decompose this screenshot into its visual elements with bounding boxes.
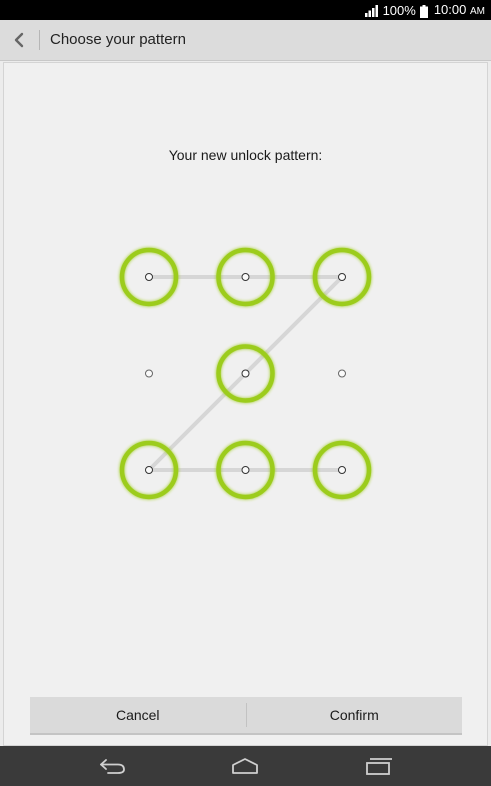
clock: 10:00 AM xyxy=(434,2,485,20)
pattern-node-5[interactable] xyxy=(216,344,275,403)
clock-time: 10:00 xyxy=(433,2,467,17)
battery-percent: 100% xyxy=(382,3,416,18)
status-bar: 100% 10:00 AM xyxy=(0,0,491,20)
nav-bar xyxy=(0,746,491,786)
pattern-dot xyxy=(241,466,250,474)
status-icons: 100% 10:00 AM xyxy=(364,2,485,20)
pattern-dot xyxy=(145,273,153,281)
pattern-dot xyxy=(338,466,346,474)
confirm-button[interactable]: Confirm xyxy=(247,697,463,733)
pattern-node-6[interactable] xyxy=(338,369,346,378)
pattern-dot xyxy=(145,369,153,378)
clock-ampm: AM xyxy=(470,6,485,17)
battery-icon xyxy=(419,4,428,18)
title-divider xyxy=(39,30,40,50)
pattern-grid[interactable] xyxy=(4,63,487,745)
content-card: Your new unlock pattern: Cancel Confirm xyxy=(3,62,488,746)
nav-back-icon[interactable] xyxy=(98,756,128,781)
cancel-button[interactable]: Cancel xyxy=(30,697,246,733)
back-arrow-icon[interactable] xyxy=(10,30,30,50)
pattern-dot xyxy=(338,369,346,378)
pattern-node-4[interactable] xyxy=(145,369,153,378)
page-title: Choose your pattern xyxy=(50,31,186,48)
pattern-line-segment xyxy=(147,371,248,472)
signal-icon xyxy=(364,5,379,17)
nav-home-icon[interactable] xyxy=(230,756,260,781)
action-bar: Choose your pattern xyxy=(0,20,491,61)
pattern-line-segment xyxy=(243,275,344,376)
button-row: Cancel Confirm xyxy=(30,697,462,735)
pattern-dot xyxy=(241,369,250,378)
pattern-dot xyxy=(145,466,153,474)
pattern-dot xyxy=(241,273,250,281)
nav-recent-apps-icon[interactable] xyxy=(364,756,394,781)
pattern-dot xyxy=(338,273,346,281)
